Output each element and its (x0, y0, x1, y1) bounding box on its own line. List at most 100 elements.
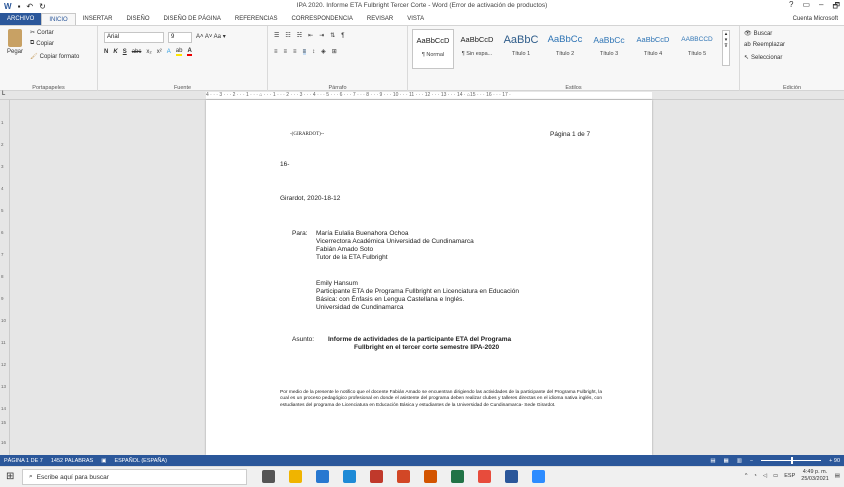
shading-icon[interactable]: ◈ (321, 48, 326, 55)
underline-button[interactable]: S (123, 49, 127, 55)
language-indicator[interactable]: ESPAÑOL (ESPAÑA) (114, 458, 166, 464)
taskbar-app-icon[interactable] (478, 470, 491, 483)
window-title: IPA 2020. Informe ETA Fulbright Tercer C… (296, 2, 548, 9)
clock[interactable]: 4:49 p. m. 25/03/2021 (801, 469, 829, 483)
tab-diseno[interactable]: DISEÑO (119, 13, 156, 25)
zoom-thumb[interactable] (791, 457, 794, 464)
format-painter-button[interactable]: 🖌 Copiar formato (30, 53, 79, 61)
replace-icon: ab (744, 42, 751, 48)
tab-referencias[interactable]: REFERENCIAS (228, 13, 285, 25)
minimize-button[interactable]: – (819, 0, 823, 14)
style-titulo-4[interactable]: AaBbCcD Título 4 (632, 29, 674, 69)
web-layout-icon[interactable]: ▥ (737, 458, 742, 464)
italic-button[interactable]: K (113, 49, 117, 55)
proofing-icon[interactable]: ▣ (101, 458, 106, 464)
line-spacing-icon[interactable]: ↕ (312, 49, 315, 55)
pilcrow-icon[interactable]: ¶ (341, 33, 344, 39)
input-language[interactable]: ESP (784, 473, 795, 479)
print-layout-icon[interactable]: ▦ (724, 458, 729, 464)
taskbar-app-icon[interactable] (316, 470, 329, 483)
font-name-select[interactable]: Arial (104, 32, 164, 43)
zoom-level[interactable]: + 90 (829, 458, 840, 464)
style-titulo-3[interactable]: AaBbCc Título 3 (588, 29, 630, 69)
borders-icon[interactable]: ⊞ (332, 48, 337, 55)
font-color-icon[interactable]: A (187, 48, 192, 56)
styles-scroll[interactable]: ▴ ▾ ⊽ (722, 30, 730, 66)
highlight-icon[interactable]: ab (175, 48, 183, 56)
copy-button[interactable]: ⧉ Copiar (30, 40, 54, 47)
justify-icon[interactable]: ≡ (302, 48, 307, 55)
find-button[interactable]: 👁 Buscar (744, 30, 772, 38)
volume-icon[interactable]: ◁ (763, 473, 767, 479)
taskbar-app-icon[interactable] (505, 470, 518, 483)
tab-archivo[interactable]: ARCHIVO (0, 13, 42, 25)
status-bar: PÁGINA 1 DE 7 1452 PALABRAS ▣ ESPAÑOL (E… (0, 455, 844, 466)
vertical-ruler[interactable]: 1 2 3 4 5 6 7 8 9 10 11 12 13 14 15 16 (0, 100, 10, 455)
taskbar-app-icon[interactable] (397, 470, 410, 483)
paste-button[interactable]: Pegar (4, 29, 26, 55)
taskbar-search[interactable]: ⌕ Escribe aquí para buscar (22, 469, 247, 485)
style-titulo-1[interactable]: AaBbC Título 1 (500, 29, 542, 69)
tab-correspondencia[interactable]: CORRESPONDENCIA (285, 13, 360, 25)
restore-button[interactable]: 🗗 (832, 0, 840, 14)
tab-diseno-pagina[interactable]: DISEÑO DE PÁGINA (157, 13, 228, 25)
taskbar-app-icon[interactable] (289, 470, 302, 483)
horizontal-ruler[interactable]: L 4 · · · 3 · · · 2 · · · 1 · · · ⌂ · · … (0, 91, 844, 100)
taskbar-app-icon[interactable] (262, 470, 275, 483)
taskbar-app-icon[interactable] (424, 470, 437, 483)
tab-vista[interactable]: VISTA (400, 13, 431, 25)
strikethrough-button[interactable]: abc (132, 49, 142, 55)
select-button[interactable]: ↖ Seleccionar (744, 54, 782, 62)
tab-inicio[interactable]: INICIO (41, 12, 76, 26)
participant-line: Emily Hansum (316, 280, 358, 287)
taskbar-apps (262, 470, 545, 483)
style-titulo-2[interactable]: AaBbCc Título 2 (544, 29, 586, 69)
replace-button[interactable]: ab Reemplazar (744, 42, 785, 48)
keyboard-icon[interactable]: ▭ (773, 473, 778, 479)
multilevel-list-icon[interactable]: ☵ (297, 32, 302, 39)
zoom-slider[interactable] (761, 457, 822, 464)
align-left-icon[interactable]: ≡ (274, 49, 278, 55)
sort-icon[interactable]: ⇅ (330, 32, 335, 39)
title-bar: W ▪ ↶ ↻ IPA 2020. Informe ETA Fulbright … (0, 0, 844, 13)
brush-icon: 🖌 (30, 54, 38, 60)
bullets-icon[interactable]: ☰ (274, 32, 279, 39)
tray-chevron-icon[interactable]: ^ (745, 473, 748, 479)
taskbar-app-icon[interactable] (343, 470, 356, 483)
subscript-button[interactable]: x₂ (146, 49, 151, 55)
superscript-button[interactable]: x² (157, 49, 162, 55)
zoom-out-icon[interactable]: − (750, 458, 753, 464)
notifications-icon[interactable]: ▤ (835, 473, 840, 479)
read-mode-icon[interactable]: ▤ (710, 458, 715, 464)
taskbar-app-icon[interactable] (532, 470, 545, 483)
tab-insertar[interactable]: INSERTAR (76, 13, 120, 25)
style-titulo-5[interactable]: AABBCCD Título 5 (676, 29, 718, 69)
windows-start-icon[interactable]: ⊞ (6, 471, 14, 482)
bold-button[interactable]: N (104, 49, 108, 55)
increase-indent-icon[interactable]: ⇥ (319, 32, 324, 39)
page-count[interactable]: PÁGINA 1 DE 7 (4, 458, 43, 464)
tab-selector[interactable]: L (2, 91, 5, 97)
text-effects-icon[interactable]: A (167, 49, 171, 55)
decrease-indent-icon[interactable]: ⇤ (308, 32, 313, 39)
style-sin-espaciado[interactable]: AaBbCcD ¶ Sin espa... (456, 29, 498, 69)
document-page[interactable]: -(GIRARDOT)-- Página 1 de 7 16- Girardot… (206, 100, 652, 455)
cut-button[interactable]: ✂ Cortar (30, 29, 54, 37)
taskbar-app-icon[interactable] (451, 470, 464, 483)
tab-revisar[interactable]: REVISAR (360, 13, 400, 25)
help-button[interactable]: ? (789, 0, 793, 14)
style-normal[interactable]: AaBbCcD ¶ Normal (412, 29, 454, 69)
account-menu[interactable]: Cuenta Microsoft (793, 16, 838, 22)
word-count[interactable]: 1452 PALABRAS (51, 458, 93, 464)
align-center-icon[interactable]: ≡ (284, 49, 288, 55)
font-size-buttons[interactable]: A˄ A˅ Aa ▾ (196, 33, 226, 40)
taskbar-app-icon[interactable] (370, 470, 383, 483)
align-right-icon[interactable]: ≡ (293, 49, 297, 55)
numbering-icon[interactable]: ☷ (285, 32, 290, 39)
copy-icon: ⧉ (30, 40, 35, 46)
network-icon[interactable]: ◔ (753, 473, 756, 479)
font-size-select[interactable]: 9 (168, 32, 192, 43)
ribbon-display-button[interactable]: ▭ (802, 0, 810, 14)
ribbon-tabs: ARCHIVO INICIO INSERTAR DISEÑO DISEÑO DE… (0, 12, 844, 26)
binoculars-icon: 👁 (744, 31, 752, 37)
